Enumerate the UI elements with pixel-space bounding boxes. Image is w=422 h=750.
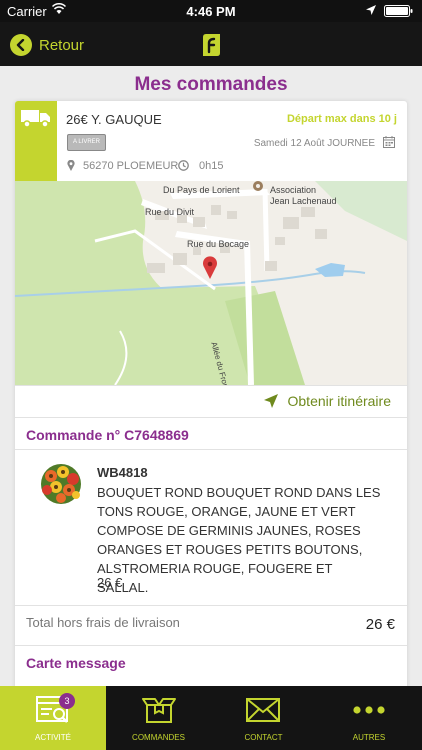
back-button[interactable]: Retour (10, 33, 84, 57)
navigation-bar: Retour (0, 22, 422, 66)
total-value: 26 € (365, 616, 395, 633)
page-title: Mes commandes (134, 74, 288, 95)
tab-label: COMMANDES (132, 733, 185, 742)
map-graphic (15, 181, 407, 385)
delivery-city: 56270 PLOEMEUR (83, 160, 179, 172)
map-label-rue-du-bocage: Rue du Bocage (187, 239, 250, 249)
tab-activite[interactable]: 3 ACTIVITÉ (0, 686, 106, 750)
clock-time: 4:46 PM (186, 4, 236, 19)
map-label-association: Association (270, 185, 317, 195)
product-code: WB4818 (97, 465, 148, 480)
divider (15, 417, 407, 418)
delivery-duration: 0h15 (199, 160, 224, 172)
tab-bar: 3 ACTIVITÉ COMMANDES CONTACT AUTRES (0, 686, 422, 750)
get-directions-button[interactable]: Obtenir itinéraire (263, 393, 392, 409)
message-card-title[interactable]: Carte message (26, 655, 126, 671)
tab-label: AUTRES (352, 733, 386, 742)
tab-contact[interactable]: CONTACT (211, 686, 316, 750)
divider (15, 605, 407, 606)
status-badge: A LIVRER (67, 134, 106, 151)
order-card: 26€ Y. GAUQUE Départ max dans 10 j A LIV… (15, 101, 407, 701)
navigation-arrow-icon (263, 394, 278, 408)
app-logo-icon (203, 34, 220, 56)
notification-badge: 3 (59, 693, 75, 709)
order-header: 26€ Y. GAUQUE Départ max dans 10 j A LIV… (15, 101, 407, 181)
calendar-icon (383, 136, 395, 148)
divider (15, 385, 407, 386)
location-arrow-icon (366, 5, 376, 15)
tab-autres[interactable]: AUTRES (316, 686, 422, 750)
box-icon (142, 698, 176, 723)
divider (15, 645, 407, 646)
battery-icon (384, 5, 413, 17)
envelope-icon (246, 698, 280, 722)
departure-deadline: Départ max dans 10 j (286, 113, 397, 125)
order-amount-client: 26€ Y. GAUQUE (66, 112, 162, 127)
total-label: Total hors frais de livraison (26, 615, 180, 630)
order-number: Commande n° C7648869 (26, 427, 189, 443)
status-bar: Carrier 4:46 PM (0, 0, 422, 22)
truck-icon (21, 110, 50, 128)
product-price: 26 € (97, 575, 123, 590)
delivery-date: Samedi 12 Août JOURNEE (253, 138, 375, 149)
more-dots-icon (353, 706, 385, 714)
product-description: BOUQUET ROND BOUQUET ROND DANS LES TONS … (97, 485, 381, 595)
tab-commandes[interactable]: COMMANDES (106, 686, 211, 750)
tab-label: ACTIVITÉ (34, 733, 71, 742)
divider (15, 449, 407, 450)
map-pin-icon (67, 160, 75, 171)
delivery-map[interactable]: Du Pays de Lorient Association Jean Lach… (15, 181, 407, 385)
get-directions-label: Obtenir itinéraire (287, 393, 392, 409)
tab-label: CONTACT (244, 733, 283, 742)
delivery-type-box (15, 101, 57, 181)
map-label-pays-de-lorient: Du Pays de Lorient (163, 185, 240, 195)
clock-icon (178, 160, 189, 171)
back-arrow-icon (10, 34, 32, 56)
map-label-rue-du-divit: Rue du Divit (145, 207, 195, 217)
product-image (41, 464, 81, 504)
map-label-association-name: Jean Lachenaud (270, 196, 337, 206)
back-label: Retour (39, 36, 85, 54)
